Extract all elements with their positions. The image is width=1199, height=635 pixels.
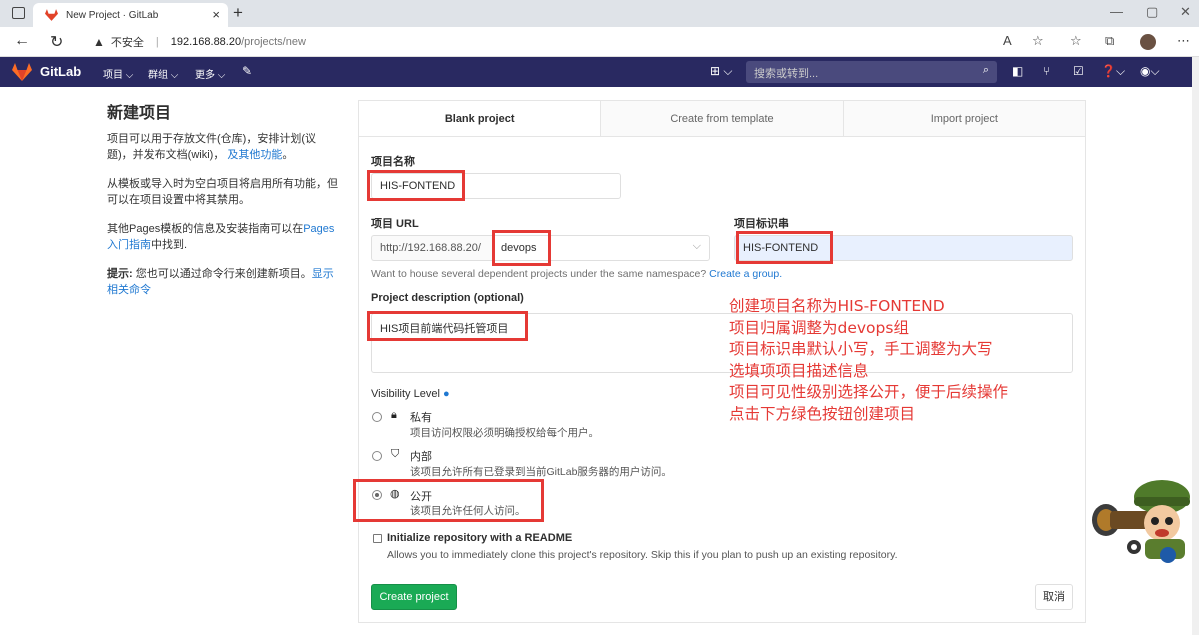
readme-desc: Allows you to immediately clone this pro… — [387, 549, 898, 561]
tip-text: 提示: 您也可以通过命令行来创建新项目。显示相关命令 — [107, 266, 339, 298]
visibility-public-desc: 该项目允许任何人访问。 — [410, 505, 526, 517]
url-prefix: http://192.168.88.20/ — [371, 235, 492, 261]
url-host: 192.168.88.20 — [170, 36, 242, 48]
intro-text-end: 。 — [282, 149, 294, 161]
favorite-add-icon[interactable]: ☆ — [1032, 33, 1044, 49]
annotation-line: 项目可见性级别选择公开，便于后续操作 — [729, 383, 1009, 401]
nav-projects[interactable]: 项目 ⌵ — [103, 66, 133, 81]
readme-label[interactable]: Initialize repository with a README — [387, 532, 572, 544]
tab-actions-icon[interactable] — [12, 7, 25, 19]
visibility-public-radio[interactable] — [372, 490, 382, 500]
create-project-button[interactable]: Create project — [371, 584, 457, 610]
help-circle-icon[interactable]: ● — [443, 388, 450, 400]
security-label: 不安全 — [110, 37, 144, 49]
visibility-private-desc: 项目访问权限必须明确授权给每个用户。 — [410, 427, 599, 439]
pages-text-start: 其他Pages模板的信息及安装指南可以在 — [107, 223, 304, 235]
visibility-public-title: 公开 — [410, 491, 432, 503]
back-icon[interactable]: ← — [14, 32, 30, 50]
pages-text-end: 中找到. — [151, 239, 188, 251]
project-url-label: 项目 URL — [371, 218, 419, 230]
tab-close-icon[interactable]: × — [212, 7, 220, 22]
visibility-internal-radio[interactable] — [372, 451, 382, 461]
refresh-icon[interactable]: ↻ — [50, 32, 63, 52]
globe-icon: ◍ — [390, 488, 400, 500]
tip-label: 提示: — [107, 268, 133, 280]
merge-requests-icon[interactable]: ⑂ — [1043, 64, 1050, 78]
other-features-link[interactable]: 及其他功能 — [227, 149, 282, 161]
chevron-down-icon: ⌵ — [692, 240, 701, 252]
project-name-input[interactable]: HIS-FONTEND — [371, 173, 621, 199]
create-group-link[interactable]: Create a group. — [709, 268, 782, 280]
template-text: 从模板或导入时为空白项目将启用所有功能，但可以在项目设置中将其禁用。 — [107, 178, 338, 206]
pages-text: 其他Pages模板的信息及安装指南可以在Pages入门指南中找到. — [107, 221, 339, 253]
visibility-internal-title: 内部 — [410, 451, 432, 463]
project-name-label: 项目名称 — [371, 156, 415, 168]
todo-check-icon[interactable]: ☑ — [1073, 64, 1084, 78]
tab-blank-project[interactable]: Blank project — [359, 101, 601, 136]
annotation-line: 选填项项目描述信息 — [729, 361, 869, 380]
tab-title: New Project · GitLab — [66, 9, 159, 21]
nav-more[interactable]: 更多 ⌵ — [195, 66, 225, 81]
visibility-internal-desc: 该项目允许所有已登录到当前GitLab服务器的用户访问。 — [410, 466, 672, 478]
gitlab-favicon-icon — [45, 9, 58, 21]
user-avatar[interactable]: ◉⌵ — [1140, 64, 1160, 79]
namespace-help: Want to house several dependent projects… — [371, 268, 782, 280]
new-tab-icon[interactable]: + — [233, 3, 243, 23]
search-placeholder: 搜索或转到... — [754, 68, 819, 80]
tip-body: 您也可以通过命令行来创建新项目。 — [132, 268, 312, 280]
description-label: Project description (optional) — [371, 292, 524, 304]
url-path: /projects/new — [241, 36, 306, 48]
browser-titlebar: New Project · GitLab × + — ▢ ✕ — [0, 0, 1199, 27]
read-aloud-icon[interactable]: A — [1003, 33, 1012, 48]
minimize-icon[interactable]: — — [1110, 4, 1123, 19]
annotation-line: 创建项目名称为HIS-FONTEND — [729, 297, 945, 315]
nav-groups[interactable]: 群组 ⌵ — [148, 66, 178, 81]
visibility-private-title: 私有 — [410, 412, 432, 424]
intro-text: 项目可以用于存放文件(仓库)，安排计划(议题)，并发布文档(wiki)， 及其他… — [107, 131, 339, 163]
tab-import-project[interactable]: Import project — [842, 101, 1085, 136]
address-bar[interactable]: ▲ 不安全 | 192.168.88.20/projects/new — [93, 34, 306, 50]
project-slug-input[interactable]: HIS-FONTEND — [734, 235, 1073, 261]
address-bar-row: ← ↻ ▲ 不安全 | 192.168.88.20/projects/new A… — [0, 27, 1199, 57]
url-separator: | — [155, 36, 159, 48]
more-menu-icon[interactable]: ⋯ — [1177, 33, 1190, 49]
gitlab-header: GitLab 项目 ⌵ 群组 ⌵ 更多 ⌵ ✎ ⊞ ⌵ 搜索或转到... ⌕ ◧… — [0, 57, 1192, 87]
favorites-icon[interactable]: ☆ — [1070, 33, 1082, 49]
namespace-help-text: Want to house several dependent projects… — [371, 268, 707, 280]
gitlab-brand[interactable]: GitLab — [40, 64, 81, 79]
gitlab-logo-icon[interactable] — [12, 63, 32, 81]
warning-icon: ▲ — [93, 35, 105, 49]
cancel-button[interactable]: 取消 — [1035, 584, 1073, 610]
search-icon: ⌕ — [982, 64, 989, 76]
new-item-icon[interactable]: ⊞ ⌵ — [710, 64, 733, 79]
help-icon[interactable]: ❓⌵ — [1101, 64, 1125, 79]
shield-icon: ⛉ — [391, 448, 400, 460]
visibility-label: Visibility Level ● — [371, 388, 450, 400]
window-close-icon[interactable]: ✕ — [1180, 4, 1191, 20]
namespace-value: devops — [501, 242, 537, 254]
page-title: 新建项目 — [107, 105, 172, 122]
profile-avatar[interactable] — [1140, 34, 1156, 50]
maximize-icon[interactable]: ▢ — [1146, 4, 1158, 20]
collections-icon[interactable]: ⧉ — [1105, 33, 1114, 49]
tab-create-from-template[interactable]: Create from template — [600, 101, 843, 136]
cartoon-mascot — [1092, 480, 1190, 563]
visibility-private-radio[interactable] — [372, 412, 382, 422]
search-input[interactable]: 搜索或转到... ⌕ — [746, 61, 997, 83]
instruction-annotation: 创建项目名称为HIS-FONTEND 项目归属调整为devops组 项目标识串默… — [729, 296, 1008, 425]
readme-checkbox[interactable] — [373, 534, 382, 543]
browser-tab[interactable]: New Project · GitLab × — [33, 3, 228, 27]
wrench-icon[interactable]: ✎ — [242, 64, 252, 78]
annotation-line: 项目归属调整为devops组 — [729, 318, 909, 337]
todos-panel-icon[interactable]: ◧ — [1012, 64, 1023, 78]
lock-icon: 🔒︎ — [391, 409, 397, 421]
annotation-line: 点击下方绿色按钮创建项目 — [729, 404, 916, 423]
project-tabs: Blank project Create from template Impor… — [359, 101, 1085, 137]
visibility-label-text: Visibility Level — [371, 388, 440, 400]
project-slug-label: 项目标识串 — [734, 218, 789, 230]
new-project-info: 新建项目 项目可以用于存放文件(仓库)，安排计划(议题)，并发布文档(wiki)… — [107, 99, 339, 311]
annotation-line: 项目标识串默认小写，手工调整为大写 — [729, 340, 993, 358]
namespace-select[interactable]: devops ⌵ — [492, 235, 710, 261]
